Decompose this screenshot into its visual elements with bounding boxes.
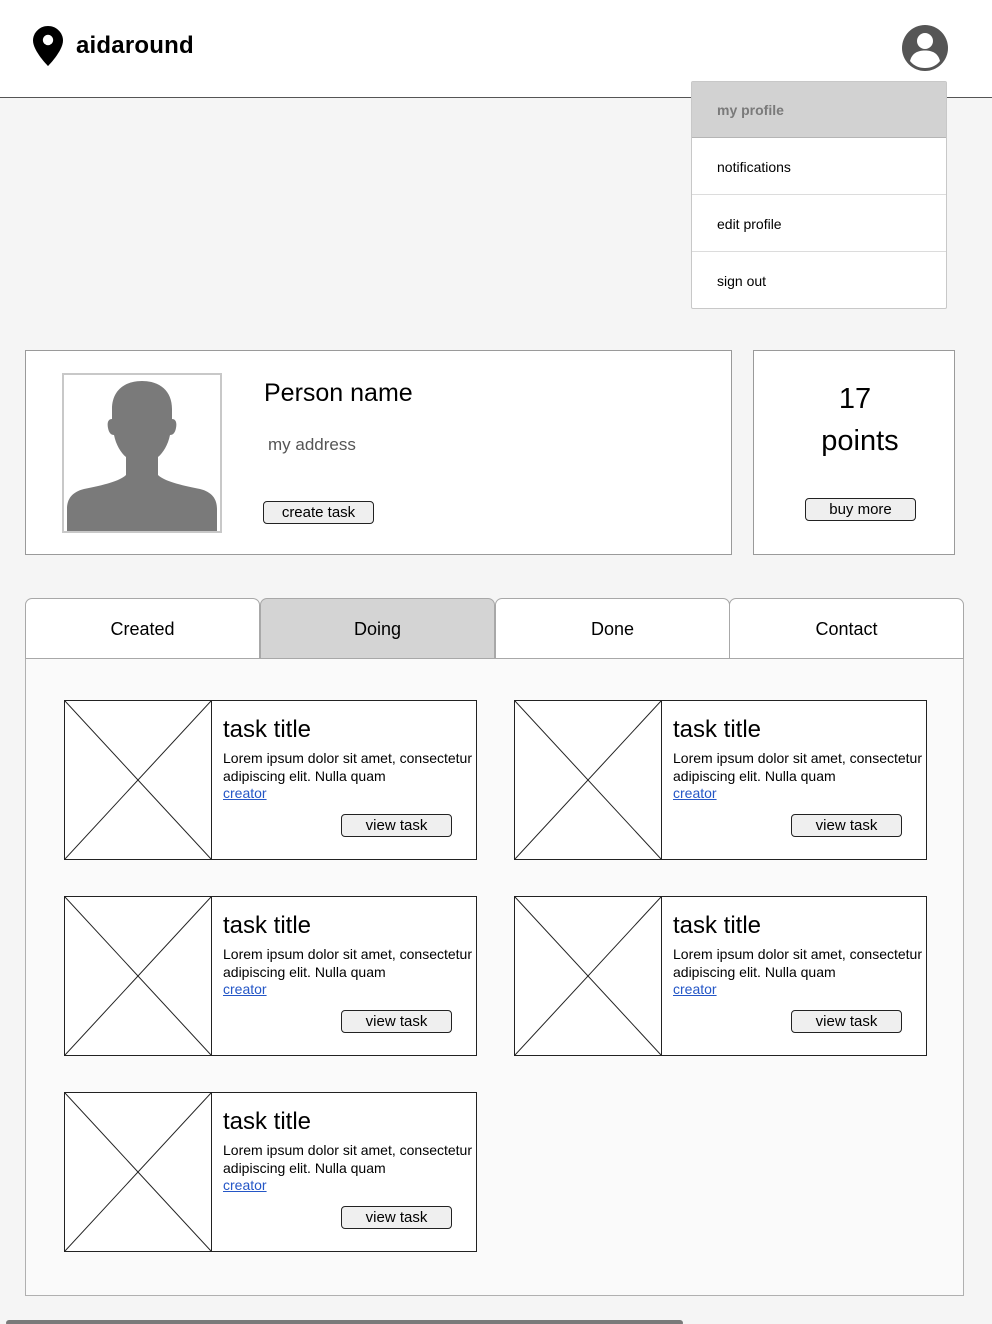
create-task-button[interactable]: create task xyxy=(263,501,374,524)
task-creator-link[interactable]: creator xyxy=(223,785,267,801)
tab-doing[interactable]: Doing xyxy=(260,598,495,659)
task-card: task title Lorem ipsum dolor sit amet, c… xyxy=(64,700,477,860)
account-circle-icon[interactable] xyxy=(901,24,949,72)
person-silhouette-icon xyxy=(67,381,217,531)
task-creator-link[interactable]: creator xyxy=(673,981,717,997)
menu-item-edit-profile[interactable]: edit profile xyxy=(692,196,946,252)
task-card: task title Lorem ipsum dolor sit amet, c… xyxy=(64,896,477,1056)
image-placeholder-icon xyxy=(515,701,662,859)
horizontal-scrollbar[interactable] xyxy=(6,1320,683,1324)
points-label: points xyxy=(821,425,899,457)
task-creator-link[interactable]: creator xyxy=(673,785,717,801)
profile-dropdown-menu: my profile notifications edit profile si… xyxy=(691,81,947,309)
map-pin-icon xyxy=(33,26,63,66)
image-placeholder-icon xyxy=(65,701,212,859)
task-description: Lorem ipsum dolor sit amet, consectetur … xyxy=(223,946,472,980)
tab-contact[interactable]: Contact xyxy=(729,598,964,659)
task-description: Lorem ipsum dolor sit amet, consectetur … xyxy=(223,1142,472,1176)
task-card: task title Lorem ipsum dolor sit amet, c… xyxy=(64,1092,477,1252)
image-placeholder-icon xyxy=(65,897,212,1055)
menu-item-sign-out[interactable]: sign out xyxy=(692,253,946,309)
task-creator-link[interactable]: creator xyxy=(223,981,267,997)
points-value: 17 xyxy=(838,383,872,415)
task-title: task title xyxy=(223,716,312,743)
app-logo-text[interactable]: aidaround xyxy=(76,32,194,60)
task-card: task title Lorem ipsum dolor sit amet, c… xyxy=(514,896,927,1056)
view-task-button[interactable]: view task xyxy=(341,1206,452,1229)
task-description: Lorem ipsum dolor sit amet, consectetur … xyxy=(673,946,922,980)
task-title: task title xyxy=(673,716,762,743)
buy-more-button[interactable]: buy more xyxy=(805,498,916,521)
person-name: Person name xyxy=(264,379,413,407)
tab-created[interactable]: Created xyxy=(25,598,260,659)
profile-photo xyxy=(62,373,222,533)
task-card: task title Lorem ipsum dolor sit amet, c… xyxy=(514,700,927,860)
tab-done[interactable]: Done xyxy=(495,598,730,659)
task-creator-link[interactable]: creator xyxy=(223,1177,267,1193)
view-task-button[interactable]: view task xyxy=(341,1010,452,1033)
view-task-button[interactable]: view task xyxy=(791,1010,902,1033)
task-title: task title xyxy=(223,1108,312,1135)
view-task-button[interactable]: view task xyxy=(791,814,902,837)
image-placeholder-icon xyxy=(65,1093,212,1251)
menu-item-notifications[interactable]: notifications xyxy=(692,139,946,195)
task-title: task title xyxy=(223,912,312,939)
profile-card: Person name my address create task xyxy=(25,350,732,555)
image-placeholder-icon xyxy=(515,897,662,1055)
view-task-button[interactable]: view task xyxy=(341,814,452,837)
task-description: Lorem ipsum dolor sit amet, consectetur … xyxy=(673,750,922,784)
points-card: 17 points buy more xyxy=(753,350,955,555)
task-title: task title xyxy=(673,912,762,939)
person-address: my address xyxy=(268,435,356,454)
menu-item-my-profile[interactable]: my profile xyxy=(692,82,946,138)
task-description: Lorem ipsum dolor sit amet, consectetur … xyxy=(223,750,472,784)
